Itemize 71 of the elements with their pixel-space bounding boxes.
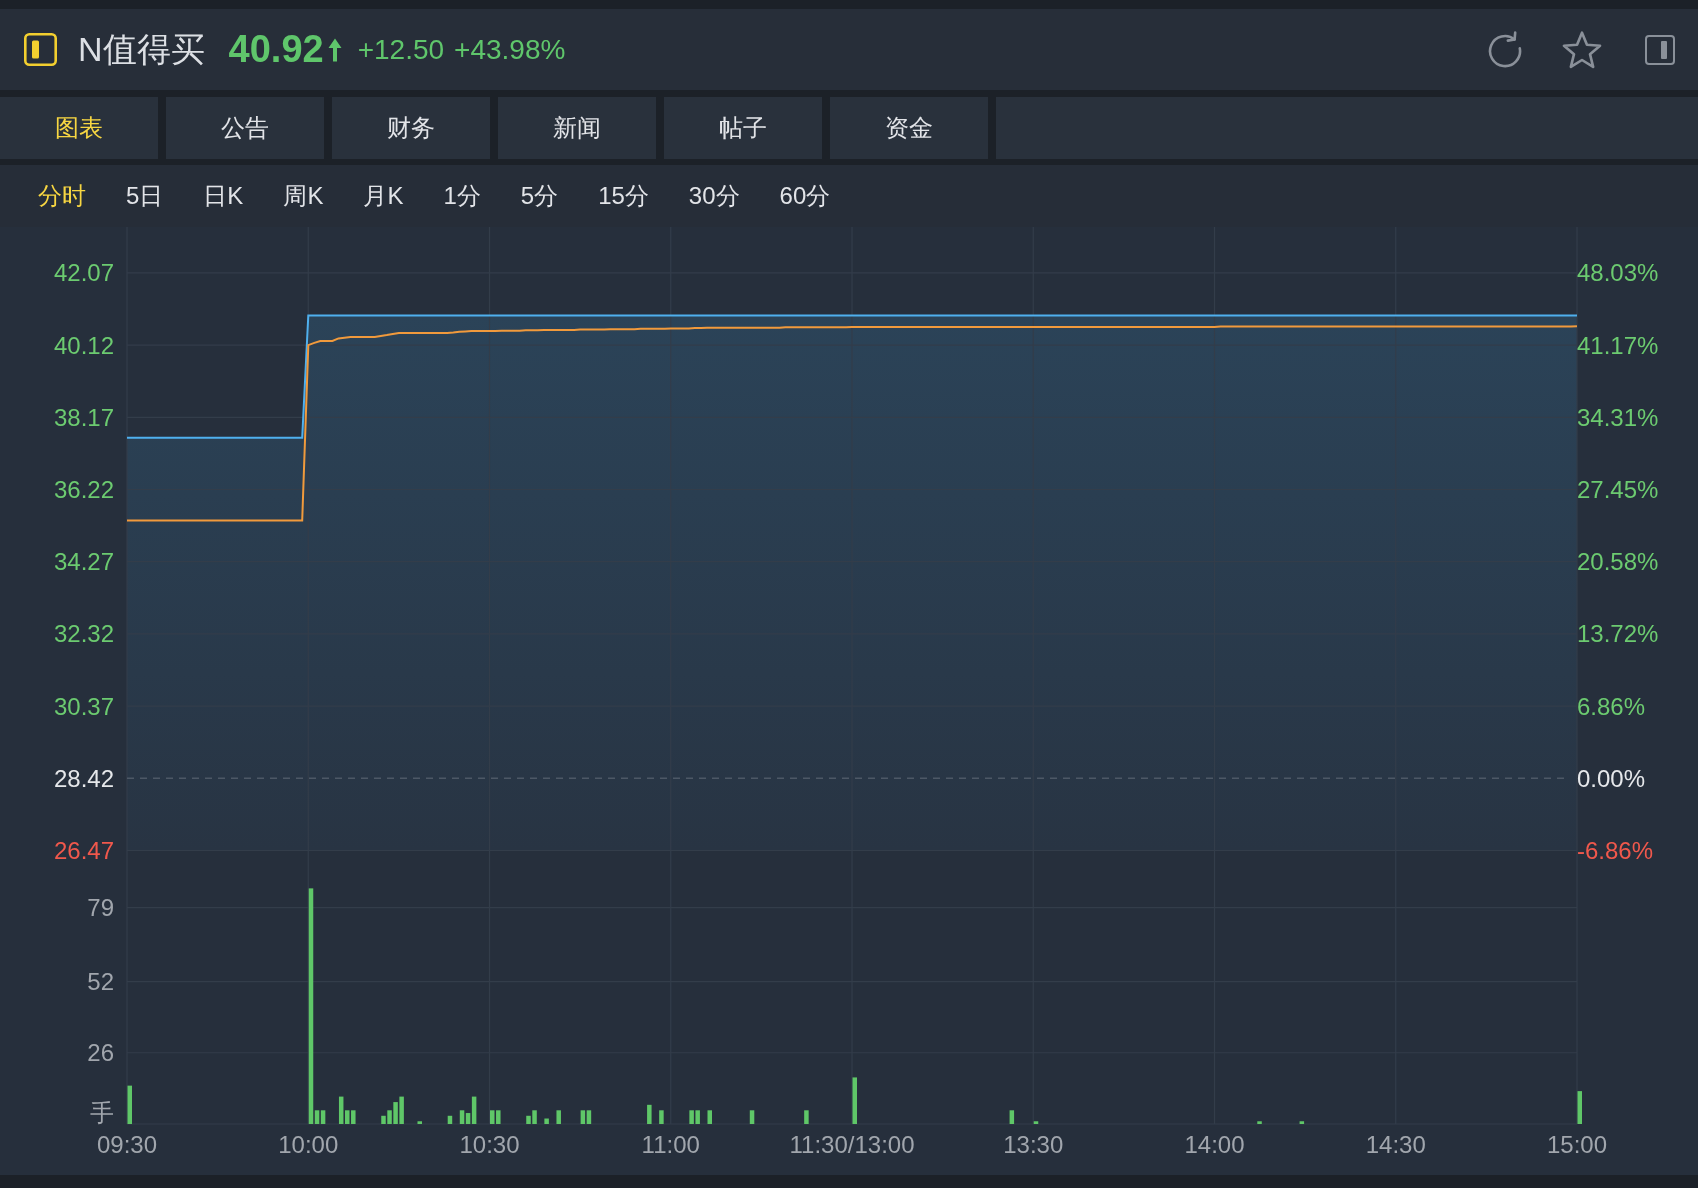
percent-axis-label: -6.86% xyxy=(1577,837,1654,864)
tab[interactable]: 帖子 xyxy=(664,97,822,159)
percent-axis-label: 20.58% xyxy=(1577,548,1659,576)
period-tab[interactable]: 15分 xyxy=(598,180,649,212)
tab[interactable]: 财务 xyxy=(332,97,490,159)
price-axis-label: 40.12 xyxy=(53,331,114,359)
price-axis-label: 28.42 xyxy=(53,764,114,792)
time-axis-label: 10:30 xyxy=(459,1131,520,1158)
time-axis-label: 11:00 xyxy=(641,1131,700,1158)
volume-bar xyxy=(417,1121,422,1124)
stock-name: N值得买 xyxy=(78,28,205,70)
percent-axis-label: 6.86% xyxy=(1577,692,1646,720)
price-axis-label: 32.32 xyxy=(53,620,114,648)
time-axis-label: 11:30/13:00 xyxy=(789,1131,915,1158)
price-axis-label: 38.17 xyxy=(53,403,114,431)
tab[interactable]: 图表 xyxy=(0,97,158,159)
period-tab[interactable]: 分时 xyxy=(38,180,86,212)
volume-bar xyxy=(447,1115,453,1124)
price-axis-label: 42.07 xyxy=(53,259,114,287)
refresh-icon[interactable] xyxy=(1487,30,1523,69)
percent-axis-label: 13.72% xyxy=(1577,620,1659,648)
volume-bar xyxy=(852,1077,857,1124)
volume-bar xyxy=(1257,1121,1262,1124)
volume-bar xyxy=(647,1104,652,1124)
price-change: +12.50 xyxy=(357,33,445,66)
volume-bar xyxy=(1577,1091,1582,1124)
volume-axis-label: 79 xyxy=(87,894,114,922)
volume-bar xyxy=(707,1110,712,1124)
price-axis-label: 34.27 xyxy=(53,548,114,576)
volume-axis-label: 52 xyxy=(87,968,114,996)
volume-bar xyxy=(659,1110,664,1124)
percent-axis-label: 34.31% xyxy=(1577,403,1659,431)
period-tab[interactable]: 日K xyxy=(203,180,244,212)
time-axis-label: 10:00 xyxy=(278,1131,339,1158)
time-axis-label: 14:30 xyxy=(1365,1131,1426,1158)
tab[interactable]: 资金 xyxy=(830,97,988,159)
volume-bar xyxy=(556,1110,561,1124)
time-axis-label: 09:30 xyxy=(96,1131,158,1158)
percent-axis-label: 0.00% xyxy=(1577,764,1646,792)
time-axis-label: 14:00 xyxy=(1184,1131,1245,1158)
volume-axis-label: 26 xyxy=(87,1039,114,1067)
price-axis-label: 30.37 xyxy=(53,692,114,720)
tab[interactable]: 公告 xyxy=(166,97,324,159)
volume-bar xyxy=(544,1118,549,1124)
volume-bar xyxy=(1033,1121,1039,1124)
volume-axis-label: 手 xyxy=(90,1099,114,1126)
volume-bar xyxy=(127,1085,132,1124)
period-tab[interactable]: 60分 xyxy=(779,180,831,212)
period-tab[interactable]: 周K xyxy=(283,180,324,212)
volume-bar xyxy=(1009,1110,1015,1124)
period-tab[interactable]: 5分 xyxy=(520,180,559,212)
period-tab[interactable]: 1分 xyxy=(443,180,481,212)
last-price: 40.92 xyxy=(228,28,324,71)
time-axis-label: 13:30 xyxy=(1003,1131,1064,1158)
volume-bar xyxy=(749,1110,755,1124)
time-axis-label: 15:00 xyxy=(1546,1131,1608,1158)
square-bar-icon[interactable] xyxy=(24,33,57,66)
star-icon[interactable] xyxy=(1562,30,1602,69)
percent-change: +43.98% xyxy=(454,33,566,66)
price-axis-label: 26.47 xyxy=(53,837,114,864)
tab[interactable]: 新闻 xyxy=(498,97,656,159)
volume-bar xyxy=(804,1110,809,1124)
percent-axis-label: 41.17% xyxy=(1577,331,1659,359)
volume-bar xyxy=(1299,1121,1305,1124)
period-tab[interactable]: 30分 xyxy=(688,180,740,212)
percent-axis-label: 48.03% xyxy=(1577,259,1659,287)
price-axis-label: 36.22 xyxy=(53,476,114,503)
percent-axis-label: 27.45% xyxy=(1577,476,1659,503)
side-panel-icon[interactable] xyxy=(1645,34,1675,65)
period-tab[interactable]: 5日 xyxy=(126,180,164,212)
period-tab[interactable]: 月K xyxy=(363,180,404,212)
